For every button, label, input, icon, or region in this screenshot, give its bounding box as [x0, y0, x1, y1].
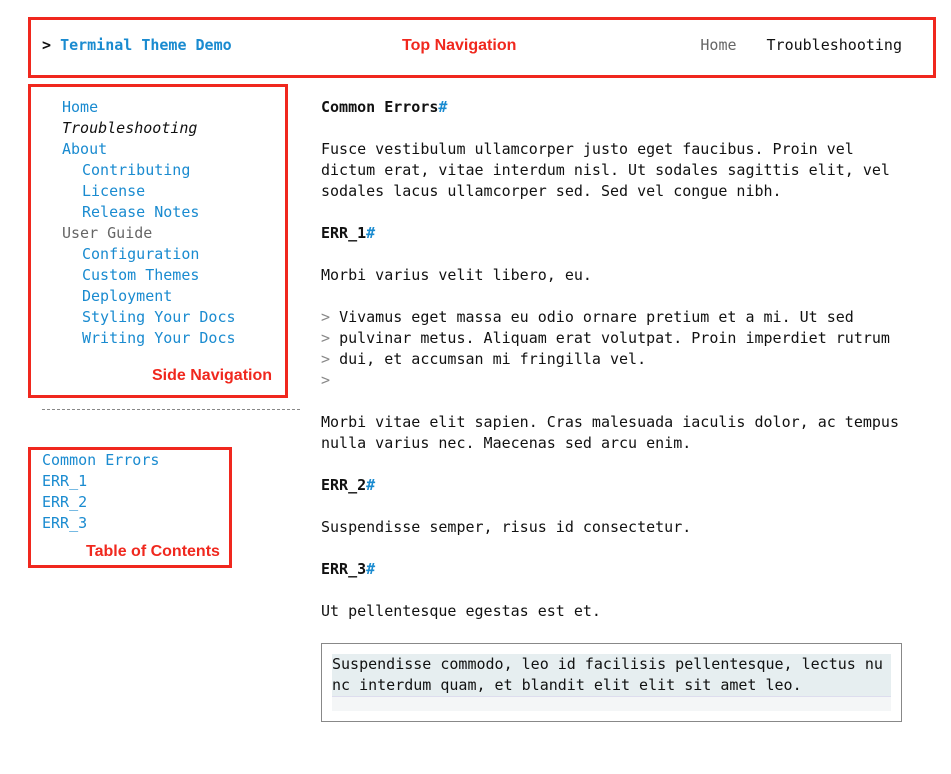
code-text: Suspendisse commodo, leo id facilisis pe… — [332, 654, 891, 696]
toc-list: Common Errors ERR_1 ERR_2 ERR_3 — [42, 450, 159, 534]
paragraph-err-1-b: Morbi vitae elit sapien. Cras malesuada … — [321, 413, 899, 452]
paragraph-common-errors: Fusce vestibulum ullamcorper justo eget … — [321, 140, 890, 200]
brand[interactable]: > Terminal Theme Demo — [42, 36, 232, 54]
top-navigation-annotation-label: Top Navigation — [402, 37, 517, 54]
sidebar-item-contributing[interactable]: Contributing — [82, 161, 190, 179]
toc-item-err-3[interactable]: ERR_3 — [42, 514, 87, 532]
side-nav-item: Styling Your Docs — [62, 307, 236, 328]
quote-text: dui, et accumsan mi fringilla vel. — [339, 350, 647, 368]
side-nav-item: Contributing — [62, 160, 236, 181]
quote-marker: > — [321, 350, 331, 368]
sidebar-item-custom-themes[interactable]: Custom Themes — [82, 266, 199, 284]
top-nav-link-home[interactable]: Home — [700, 36, 736, 54]
blockquote-line: > dui, et accumsan mi fringilla vel. — [321, 349, 911, 370]
side-nav-item: Troubleshooting — [62, 118, 236, 139]
side-nav-list: Home Troubleshooting About Contributing Lice… — [62, 97, 236, 349]
main-content: Common Errors# Fusce vestibulum ullamcor… — [321, 97, 911, 722]
sidebar-item-home[interactable]: Home — [62, 98, 98, 116]
heading-err-3: ERR_3# — [321, 559, 911, 580]
paragraph-err-2: Suspendisse semper, risus id consectetur… — [321, 518, 692, 536]
top-nav-links: Home Troubleshooting — [700, 36, 902, 54]
quote-marker: > — [321, 308, 331, 326]
side-nav-item: Home — [62, 97, 236, 118]
heading-text: ERR_3 — [321, 560, 367, 578]
heading-anchor-link[interactable]: # — [366, 560, 375, 578]
toc-item-common-errors[interactable]: Common Errors — [42, 451, 159, 469]
sidebar-item-styling-your-docs[interactable]: Styling Your Docs — [82, 308, 236, 326]
quote-text: pulvinar metus. Aliquam erat volutpat. P… — [339, 329, 890, 347]
sidebar-divider — [42, 409, 300, 410]
blockquote-line: > Vivamus eget massa eu odio ornare pret… — [321, 307, 911, 328]
heading-text: ERR_2 — [321, 476, 367, 494]
sidebar-item-troubleshooting[interactable]: Troubleshooting — [62, 119, 197, 137]
heading-text: Common Errors — [321, 98, 439, 116]
paragraph-err-3: Ut pellentesque egestas est et. — [321, 602, 601, 620]
toc-item-err-1[interactable]: ERR_1 — [42, 472, 87, 490]
side-nav-item: License — [62, 181, 236, 202]
sidebar-item-configuration[interactable]: Configuration — [82, 245, 199, 263]
heading-anchor-link[interactable]: # — [438, 98, 447, 116]
side-nav-item: Release Notes — [62, 202, 236, 223]
sidebar-item-user-guide: User Guide — [62, 224, 153, 242]
toc-annotation-label: Table of Contents — [86, 543, 220, 560]
heading-anchor-link[interactable]: # — [366, 476, 375, 494]
code-horizontal-scrollbar[interactable] — [332, 696, 891, 711]
blockquote-line: > — [321, 370, 911, 391]
code-block: Suspendisse commodo, leo id facilisis pe… — [321, 643, 902, 722]
heading-anchor-link[interactable]: # — [366, 224, 375, 242]
heading-common-errors: Common Errors# — [321, 97, 911, 118]
quote-marker: > — [321, 371, 331, 389]
side-navigation-annotation-label: Side Navigation — [152, 367, 273, 384]
sidebar-item-about[interactable]: About — [62, 140, 107, 158]
heading-err-1: ERR_1# — [321, 223, 911, 244]
side-nav-item: Writing Your Docs — [62, 328, 236, 349]
paragraph-err-1: Morbi varius velit libero, eu. — [321, 266, 592, 284]
top-nav-link-troubleshooting[interactable]: Troubleshooting — [767, 36, 902, 54]
sidebar-item-release-notes[interactable]: Release Notes — [82, 203, 199, 221]
sidebar-item-writing-your-docs[interactable]: Writing Your Docs — [82, 329, 236, 347]
side-nav-item: Configuration — [62, 244, 236, 265]
quote-marker: > — [321, 329, 331, 347]
prompt-glyph: > — [42, 36, 52, 54]
brand-title[interactable]: Terminal Theme Demo — [60, 36, 232, 54]
side-nav-item: User Guide — [62, 223, 236, 244]
blockquote-line: > pulvinar metus. Aliquam erat volutpat.… — [321, 328, 911, 349]
toc-item-err-2[interactable]: ERR_2 — [42, 493, 87, 511]
sidebar-item-deployment[interactable]: Deployment — [82, 287, 172, 305]
blockquote: > Vivamus eget massa eu odio ornare pret… — [321, 307, 911, 391]
heading-text: ERR_1 — [321, 224, 367, 242]
heading-err-2: ERR_2# — [321, 475, 911, 496]
quote-text: Vivamus eget massa eu odio ornare pretiu… — [339, 308, 854, 326]
side-nav-item: Custom Themes — [62, 265, 236, 286]
side-nav-item: About — [62, 139, 236, 160]
sidebar-item-license[interactable]: License — [82, 182, 145, 200]
side-nav-item: Deployment — [62, 286, 236, 307]
